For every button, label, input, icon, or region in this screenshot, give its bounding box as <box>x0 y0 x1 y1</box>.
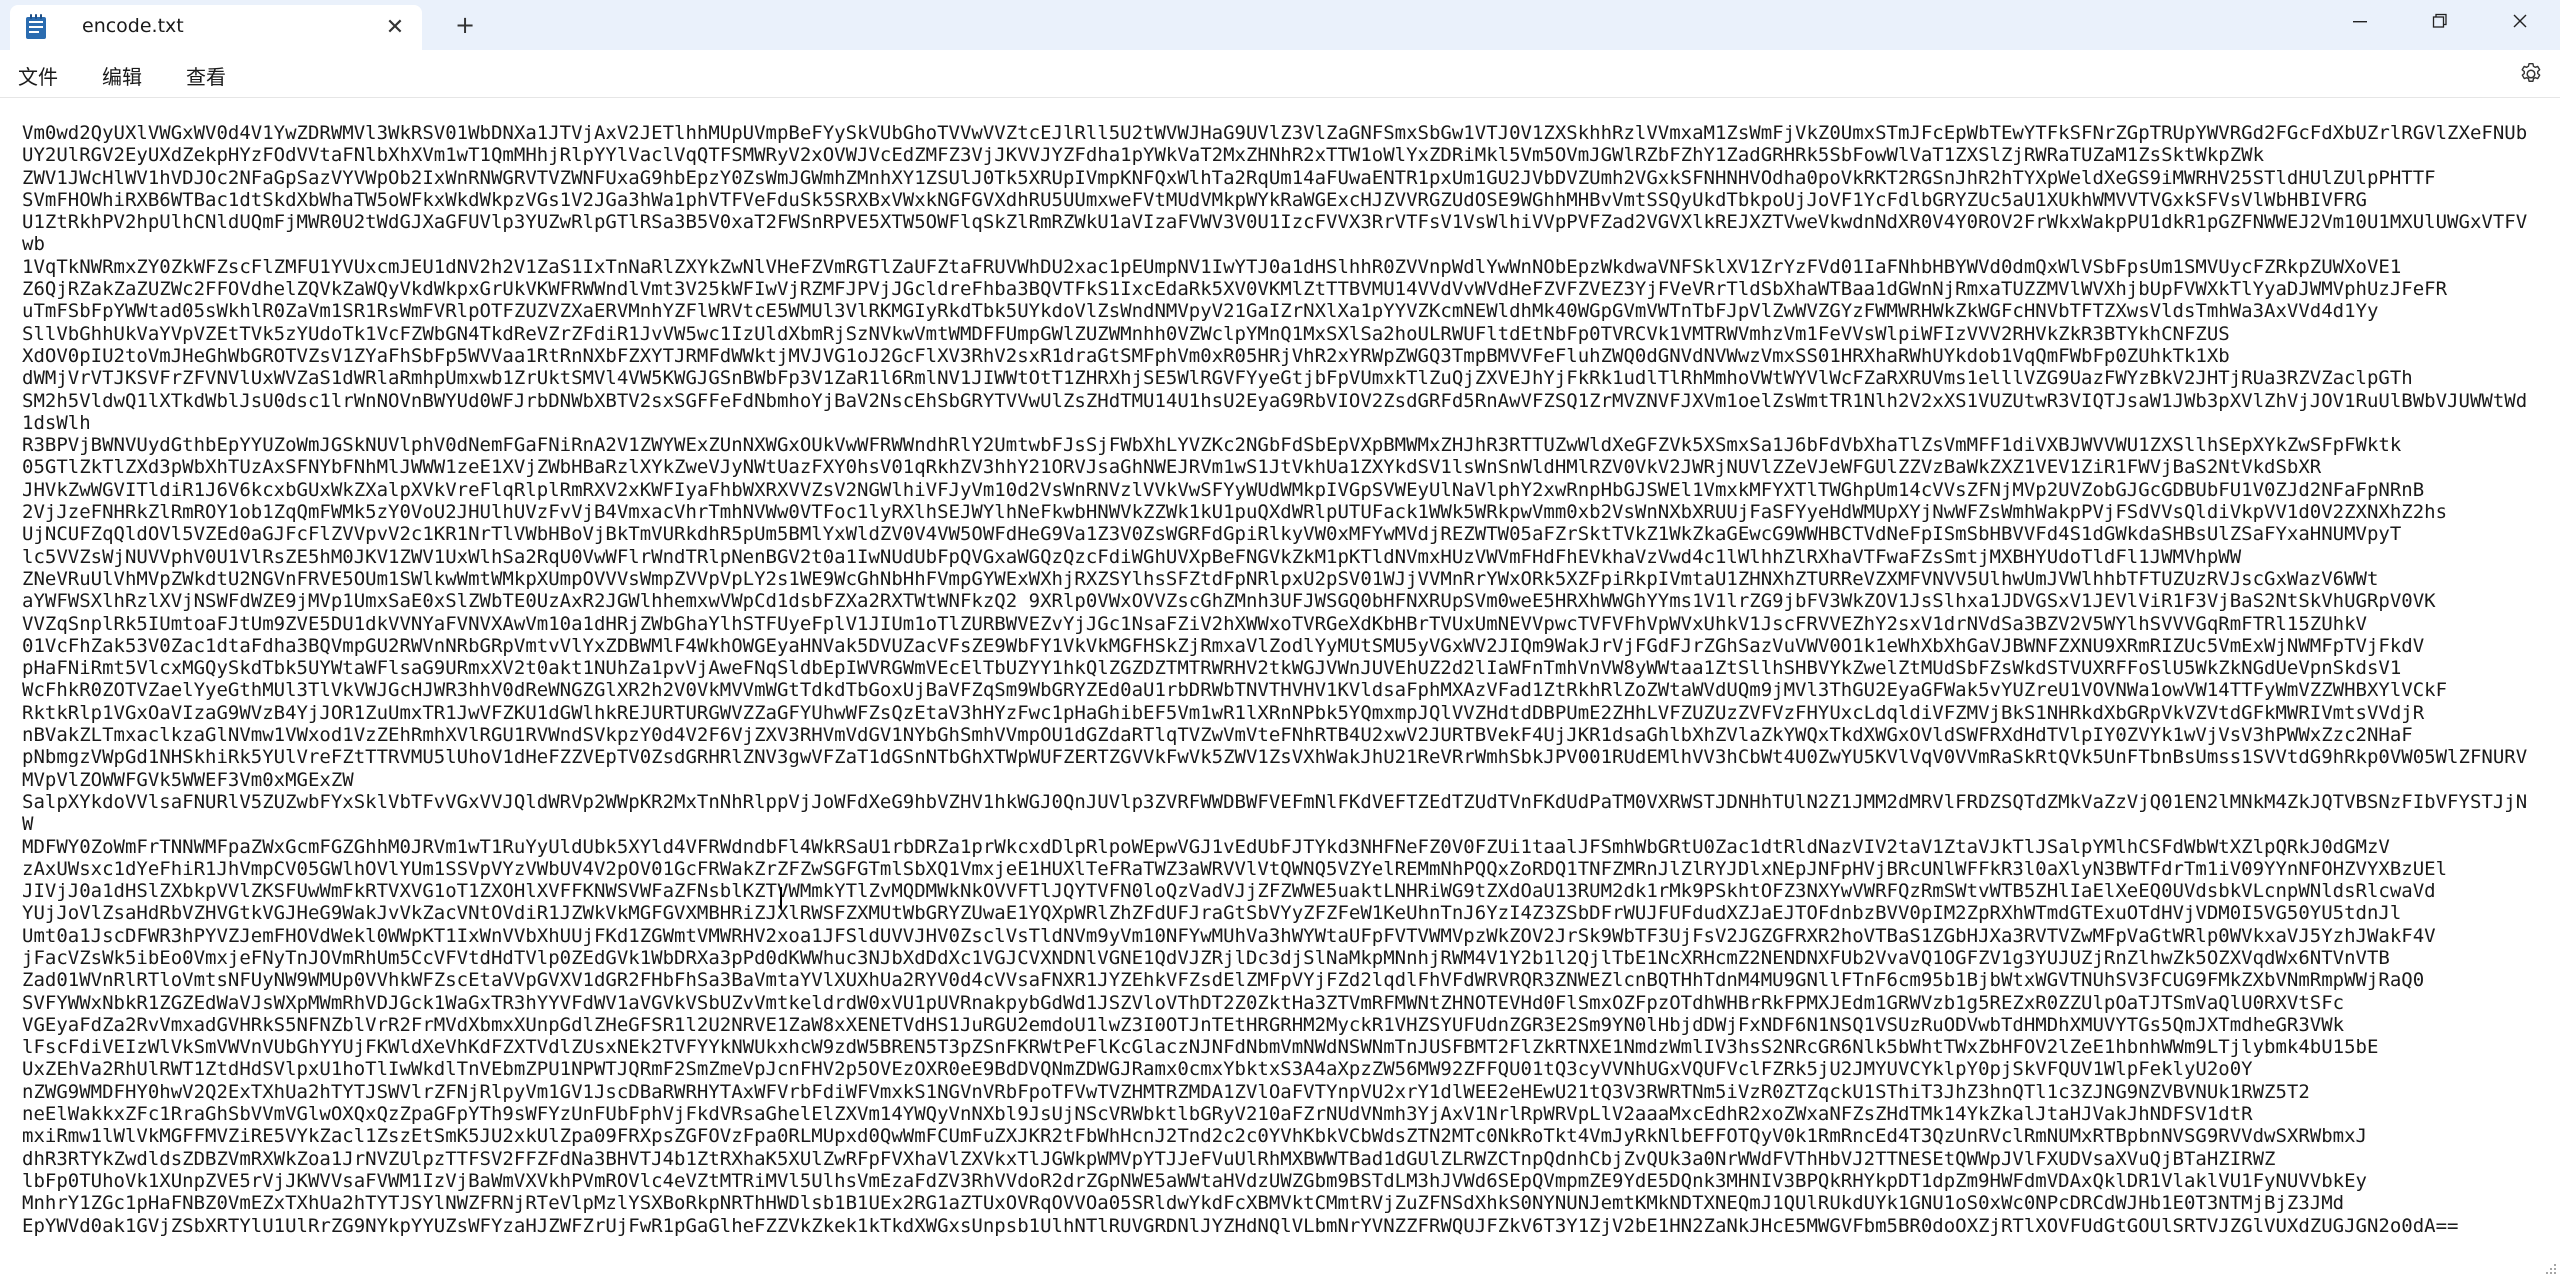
maximize-icon <box>2432 13 2448 33</box>
new-tab-button[interactable]: + <box>452 11 478 39</box>
title-bar: encode.txt ✕ + <box>0 0 2560 50</box>
window-controls <box>2320 0 2560 46</box>
minimize-icon <box>2352 13 2368 33</box>
vertical-scrollbar[interactable] <box>2552 106 2556 1266</box>
gear-icon <box>2518 63 2544 91</box>
menu-file[interactable]: 文件 <box>18 61 58 90</box>
maximize-button[interactable] <box>2400 0 2480 46</box>
text-editor[interactable]: Vm0wd2QyUXlVWGxWV0d4V1YwZDRWMVl3WkRSV01W… <box>0 98 2560 1277</box>
notepad-window: encode.txt ✕ + 文件 编辑 查看 Vm0wd2QyUXlVWGxW… <box>0 0 2560 1277</box>
editor-content[interactable]: Vm0wd2QyUXlVWGxWV0d4V1YwZDRWMVl3WkRSV01W… <box>22 122 2538 1270</box>
menu-view[interactable]: 查看 <box>186 61 226 90</box>
notepad-icon <box>24 14 48 40</box>
resize-grip-icon[interactable] <box>2544 1261 2558 1275</box>
tab-encode-txt[interactable]: encode.txt ✕ <box>10 5 422 50</box>
settings-button[interactable] <box>2518 61 2544 87</box>
close-icon <box>2512 13 2528 33</box>
tab-title: encode.txt <box>82 15 184 37</box>
menu-edit[interactable]: 编辑 <box>102 61 142 90</box>
menu-bar: 文件 编辑 查看 <box>0 50 2560 98</box>
minimize-button[interactable] <box>2320 0 2400 46</box>
close-button[interactable] <box>2480 0 2560 46</box>
text-caret <box>780 887 782 909</box>
tab-close-button[interactable]: ✕ <box>382 14 408 40</box>
